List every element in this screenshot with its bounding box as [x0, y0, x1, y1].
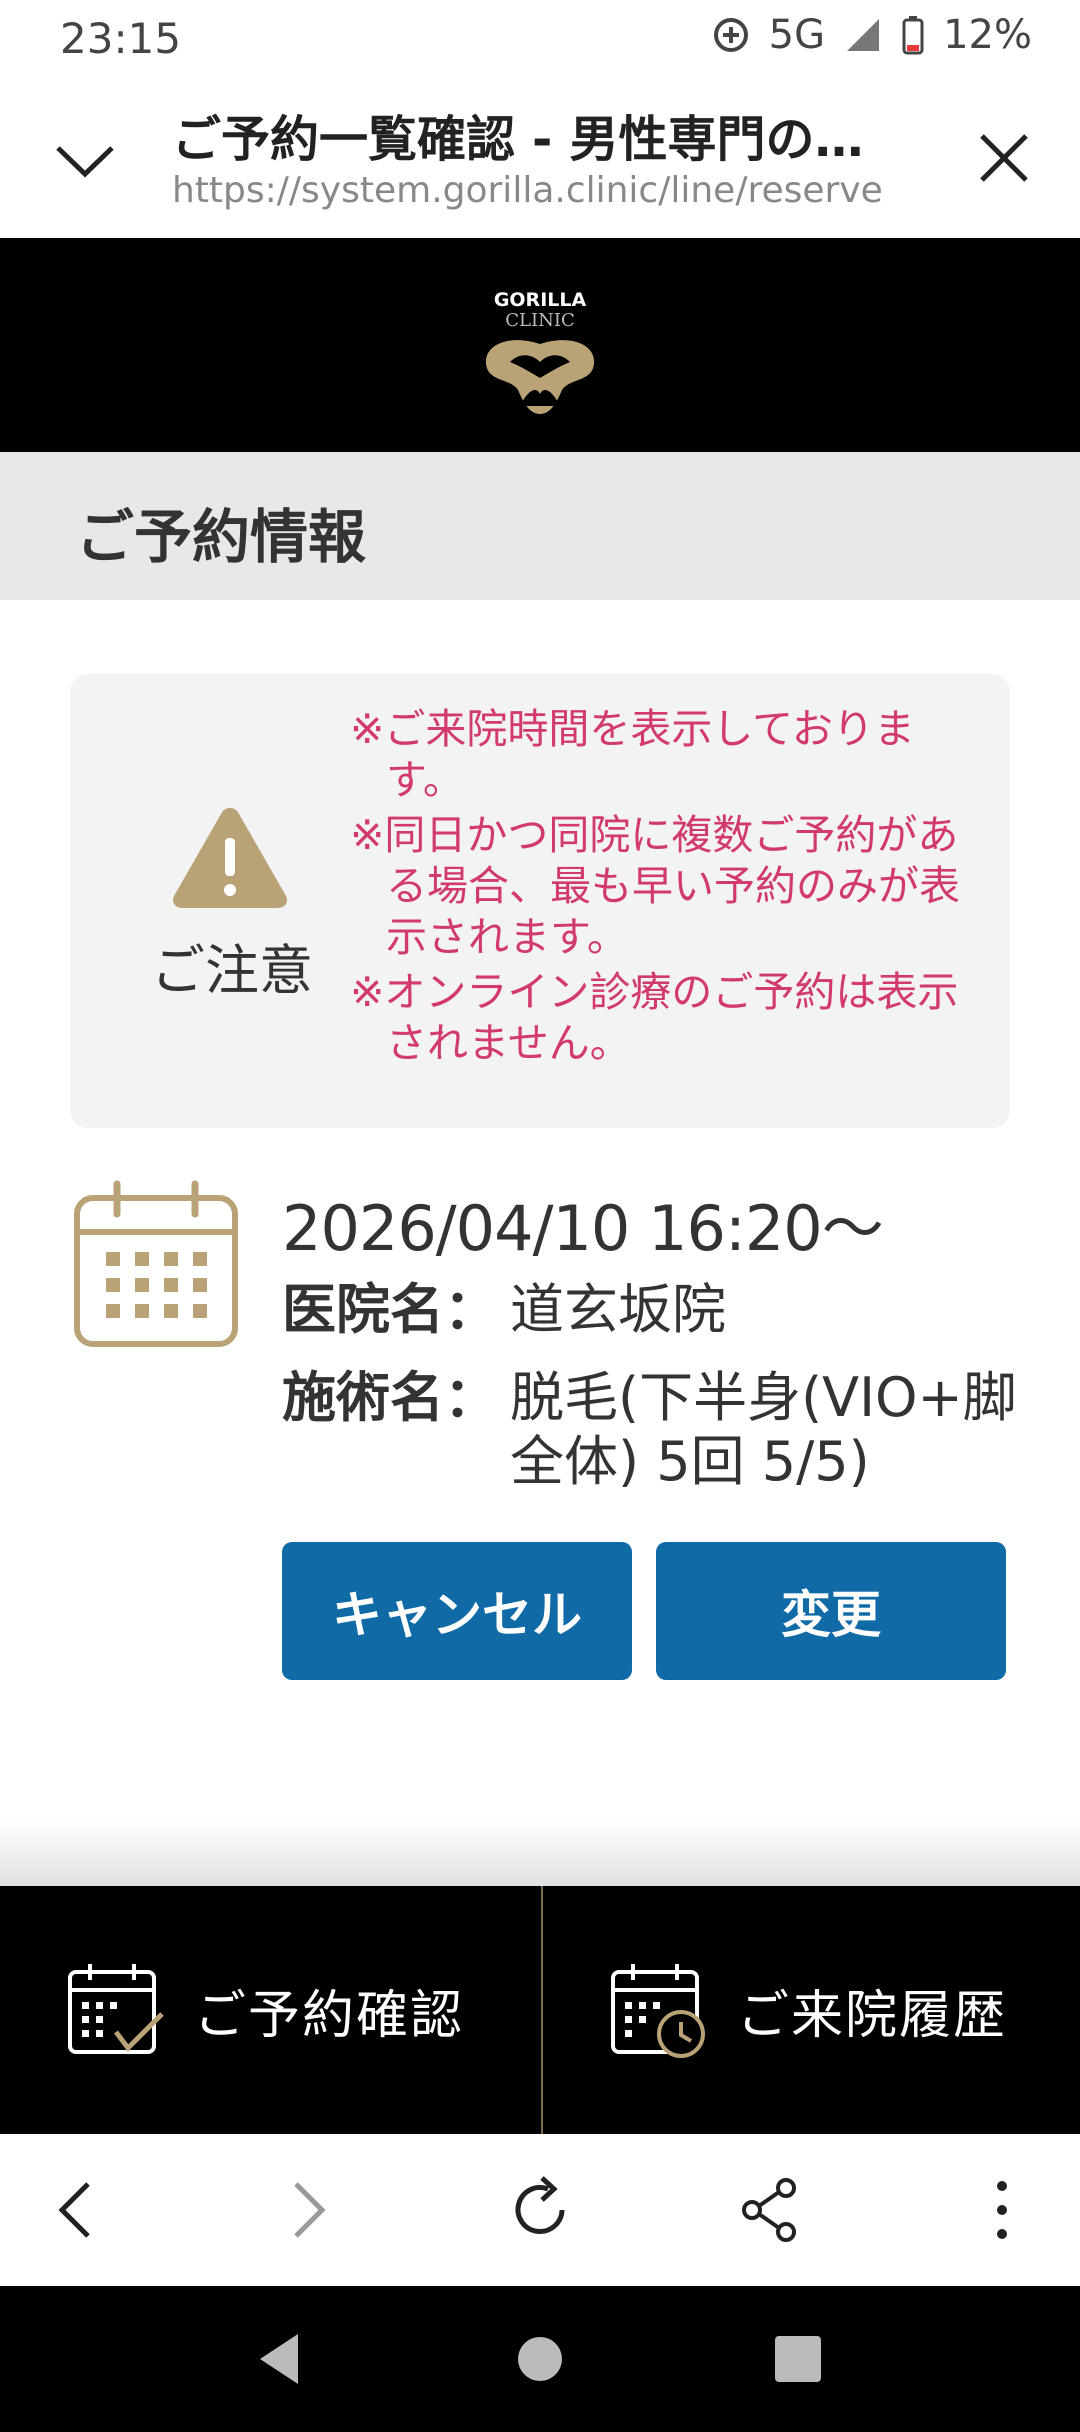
notice-item: ※オンライン診療のご予約は表示されません。	[350, 968, 959, 1067]
section-heading-text: ご予約情報	[76, 503, 367, 571]
nav-home-icon[interactable]	[509, 2328, 571, 2390]
bottom-nav: ご予約確認 ご来院履歴	[0, 1886, 1080, 2134]
calendar-icon	[74, 1180, 238, 1347]
nav-label: ご予約確認	[194, 1985, 465, 2046]
page-title: ご予約一覧確認 - 男性専門の…	[172, 111, 864, 168]
back-icon[interactable]	[40, 2172, 116, 2248]
section-heading: ご予約情報	[0, 452, 1080, 600]
change-button[interactable]: 変更	[656, 1542, 1006, 1680]
reservation-clinic-row: 医院名： 道玄坂院	[282, 1278, 1030, 1342]
page-url[interactable]: https://system.gorilla.clinic/line/reser…	[172, 170, 912, 211]
reload-icon[interactable]	[502, 2172, 578, 2248]
sync-icon	[713, 18, 748, 52]
clinic-value: 道玄坂院	[510, 1278, 726, 1341]
nav-visit-history[interactable]: ご来院履歴	[541, 1886, 1080, 2134]
chevron-down-icon[interactable]	[50, 130, 120, 190]
cancel-button[interactable]: キャンセル	[282, 1542, 632, 1680]
calendar-history-icon	[611, 1964, 705, 2058]
nav-reservation-confirm[interactable]: ご予約確認	[0, 1886, 540, 2134]
android-nav-bar	[0, 2286, 1080, 2432]
notice-box: ご注意 ※ご来院時間を表示しております。 ※同日かつ同院に複数ご予約がある場合、…	[70, 674, 1010, 1128]
status-time: 23:15	[60, 14, 182, 63]
browser-toolbar	[0, 2134, 1080, 2286]
calendar-check-icon	[68, 1964, 164, 2054]
treatment-label: 施術名：	[282, 1366, 498, 1429]
warning-icon	[172, 808, 288, 908]
more-options-icon[interactable]	[964, 2172, 1040, 2248]
close-icon[interactable]	[972, 126, 1036, 190]
battery-icon	[902, 16, 924, 55]
gorilla-clinic-logo[interactable]: GORILLA CLINIC	[470, 286, 610, 426]
nav-label: ご来院履歴	[737, 1985, 1008, 2046]
share-icon[interactable]	[732, 2172, 808, 2248]
reservation-datetime: 2026/04/10 16:20〜	[282, 1192, 884, 1265]
signal-icon	[847, 19, 880, 51]
status-bar: 23:15 5G 12%	[0, 0, 1080, 78]
scroll-shadow	[0, 1820, 1080, 1886]
treatment-value: 脱毛(下半身(VIO+脚全体) 5回 5/5)	[510, 1366, 1017, 1493]
network-label: 5G	[768, 12, 826, 58]
forward-icon[interactable]	[268, 2172, 344, 2248]
nav-recents-icon[interactable]	[767, 2328, 829, 2390]
battery-label: 12%	[943, 12, 1032, 58]
nav-back-icon[interactable]	[250, 2328, 312, 2390]
reservation-treatment-row: 施術名： 脱毛(下半身(VIO+脚全体) 5回 5/5)	[282, 1366, 1030, 1494]
site-header: GORILLA CLINIC	[0, 238, 1080, 452]
notice-item: ※ご来院時間を表示しております。	[350, 705, 915, 804]
clinic-label: 医院名：	[282, 1278, 498, 1341]
browser-header: ご予約一覧確認 - 男性専門の… https://system.gorilla.…	[0, 78, 1080, 238]
logo-text-gorilla: GORILLA	[494, 289, 587, 311]
notice-label: ご注意	[151, 939, 313, 1002]
notice-item: ※同日かつ同院に複数ご予約がある場合、最も早い予約のみが表示されます。	[350, 811, 960, 961]
logo-text-clinic: CLINIC	[505, 310, 574, 331]
status-indicators: 5G 12%	[711, 12, 1032, 58]
notice-list: ※ご来院時間を表示しております。 ※同日かつ同院に複数ご予約がある場合、最も早い…	[350, 704, 990, 1073]
